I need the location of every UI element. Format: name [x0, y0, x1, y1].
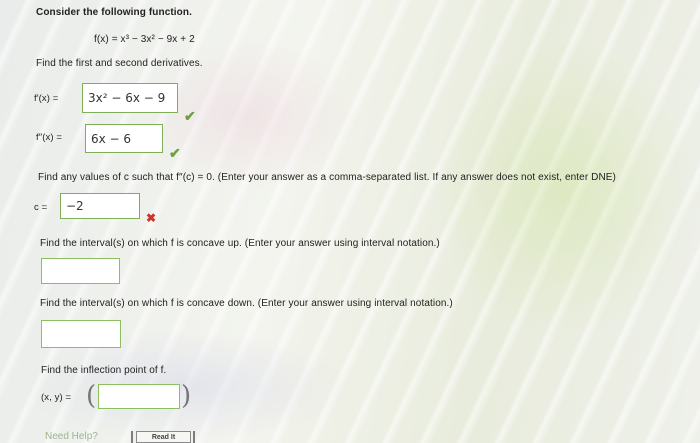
right-paren: )	[181, 381, 192, 411]
inflection-prompt: Find the inflection point of f.	[41, 365, 167, 376]
c-label: c =	[34, 202, 48, 213]
divider	[193, 431, 195, 443]
read-it-button[interactable]: Read It	[136, 431, 191, 443]
concave-down-prompt: Find the interval(s) on which f is conca…	[40, 298, 453, 309]
background-tint	[430, 40, 700, 340]
second-derivative-label: f″(x) =	[36, 132, 62, 143]
derivatives-prompt: Find the first and second derivatives.	[36, 58, 203, 69]
c-input[interactable]: −2	[60, 193, 140, 219]
first-derivative-input[interactable]: 3x² − 6x − 9	[82, 83, 178, 113]
concave-up-prompt: Find the interval(s) on which f is conca…	[40, 238, 440, 249]
left-paren: (	[86, 381, 97, 411]
inflection-label: (x, y) =	[41, 392, 72, 403]
inflection-point-input[interactable]	[98, 384, 180, 409]
second-derivative-input[interactable]: 6x − 6	[85, 124, 163, 153]
first-derivative-label: f′(x) =	[34, 93, 59, 104]
check-icon: ✔	[184, 108, 196, 124]
divider	[131, 431, 133, 443]
intro-text: Consider the following function.	[36, 7, 192, 18]
function-definition: f(x) = x³ − 3x² − 9x + 2	[94, 34, 195, 45]
need-help-label: Need Help?	[45, 431, 98, 442]
concave-up-input[interactable]	[41, 258, 120, 284]
check-icon: ✔	[169, 145, 181, 161]
concave-down-input[interactable]	[41, 320, 121, 348]
c-values-prompt: Find any values of c such that f″(c) = 0…	[38, 172, 616, 183]
x-icon: ✖	[146, 211, 157, 225]
